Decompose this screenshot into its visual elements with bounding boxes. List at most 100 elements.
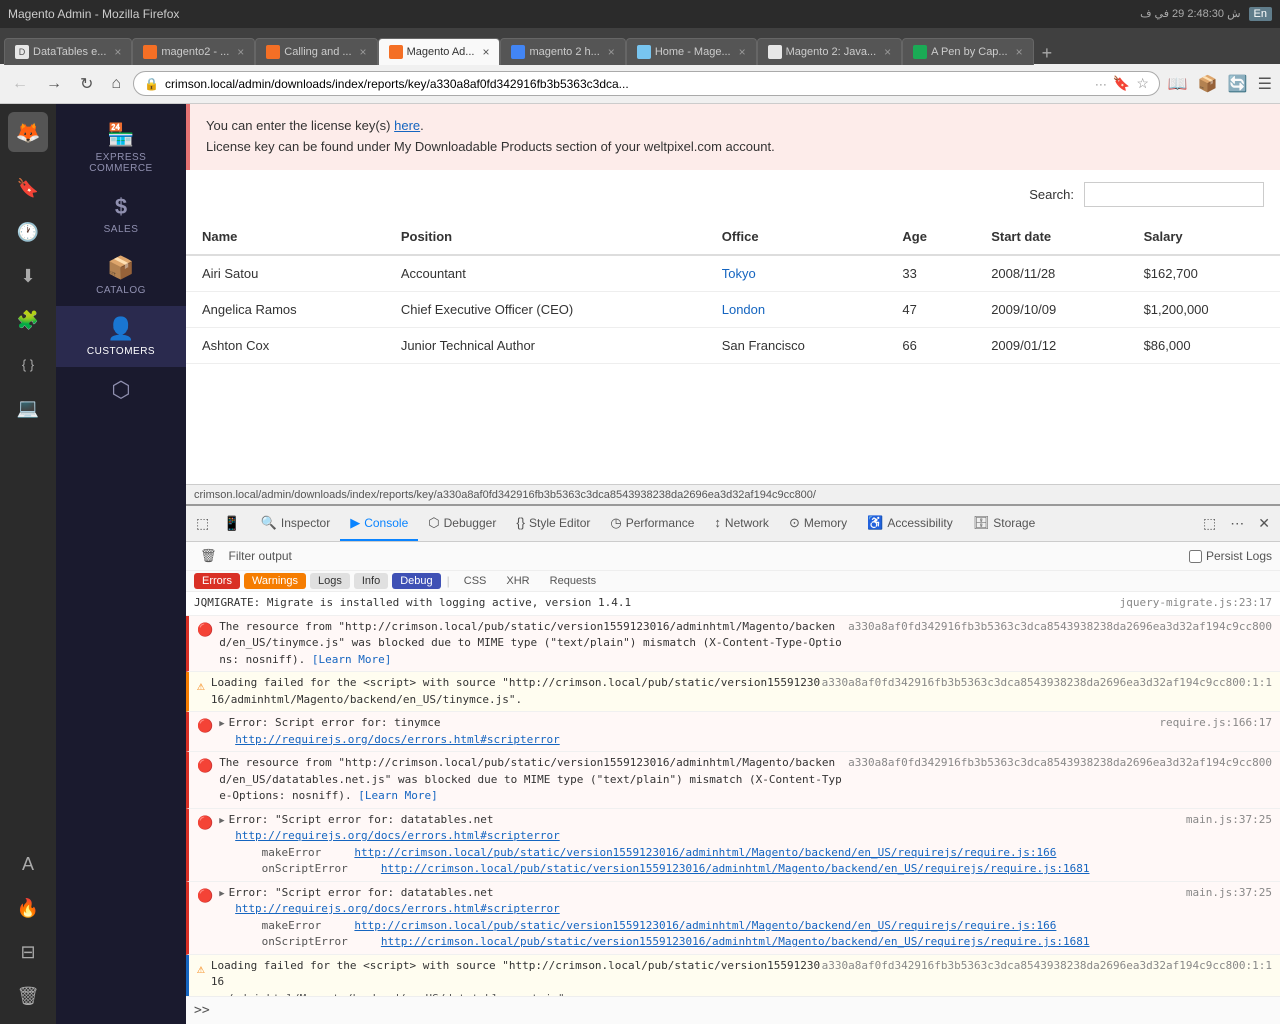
devtools-close-button[interactable]: ✕ — [1252, 511, 1276, 536]
office-link[interactable]: London — [722, 302, 765, 317]
tab-google[interactable]: magento 2 h... × — [500, 38, 625, 65]
clear-console-button[interactable]: 🗑 — [194, 546, 223, 566]
level-requests[interactable]: Requests — [542, 573, 604, 589]
tab-close[interactable]: × — [608, 45, 615, 59]
msg-location[interactable]: main.js:37:25 — [1186, 885, 1272, 902]
devtools-dock-button[interactable]: ⬚ — [1197, 511, 1222, 536]
tab-datatables[interactable]: D DataTables e... × — [4, 38, 132, 65]
tab-magento-admin[interactable]: Magento Ad... × — [378, 38, 501, 65]
make-error-link[interactable]: http://crimson.local/pub/static/version1… — [354, 919, 1056, 932]
ff-icon-amazon[interactable]: A — [8, 844, 48, 884]
devtools-more-button[interactable]: ⋯ — [1224, 511, 1250, 536]
learn-more-link[interactable]: [Learn More] — [358, 789, 437, 802]
tab-home[interactable]: Home - Mage... × — [626, 38, 757, 65]
persist-logs-checkbox[interactable] — [1189, 550, 1202, 563]
tab-close[interactable]: × — [884, 45, 891, 59]
msg-location[interactable]: jquery-migrate.js:23:17 — [1120, 595, 1272, 612]
col-startdate[interactable]: Start date — [975, 219, 1127, 255]
ff-icon-trash[interactable]: 🗑 — [8, 976, 48, 1016]
tab-close[interactable]: × — [739, 45, 746, 59]
devtools-picker-button[interactable]: ⬚ — [190, 511, 215, 536]
devtools-tab-inspector[interactable]: 🔍 Inspector — [251, 507, 341, 541]
msg-location[interactable]: require.js:166:17 — [1159, 715, 1272, 732]
ff-icon-terminal[interactable]: 💻 — [8, 388, 48, 428]
level-logs-button[interactable]: Logs — [310, 573, 350, 589]
level-xhr[interactable]: XHR — [498, 573, 537, 589]
msg-location[interactable]: a330a8af0fd342916fb3b5363c3dca8543938238… — [848, 755, 1272, 772]
ff-icon-terminal2[interactable]: ⊟ — [8, 932, 48, 972]
col-office[interactable]: Office — [706, 219, 887, 255]
devtools-tab-style-editor[interactable]: {} Style Editor — [506, 507, 600, 540]
devtools-tab-storage[interactable]: 🗄 Storage — [963, 507, 1046, 541]
sidebar-item-catalog[interactable]: 📦 CATALOG — [56, 245, 186, 306]
tab-close[interactable]: × — [114, 45, 121, 59]
level-warnings-button[interactable]: Warnings — [244, 573, 306, 589]
containers-button[interactable]: 📦 — [1196, 72, 1220, 96]
tab-calling[interactable]: Calling and ... × — [255, 38, 377, 65]
tab-close[interactable]: × — [360, 45, 367, 59]
ff-icon-downloads[interactable]: ⬇ — [8, 256, 48, 296]
notice-banner: You can enter the license key(s) here. L… — [186, 104, 1280, 170]
col-name[interactable]: Name — [186, 219, 385, 255]
new-tab-button[interactable]: + — [1034, 43, 1061, 64]
cell-position: Accountant — [385, 255, 706, 292]
msg-text[interactable]: Error: "Script error for: datatables.net — [219, 812, 1186, 829]
sidebar-item-express[interactable]: 🏪 EXPRESSCOMMERCE — [56, 112, 186, 184]
ff-icon-bookmark[interactable]: 🔖 — [8, 168, 48, 208]
onscript-error-link[interactable]: http://crimson.local/pub/static/version1… — [381, 862, 1090, 875]
tab-magento2-java[interactable]: Magento 2: Java... × — [757, 38, 903, 65]
devtools-tab-console[interactable]: ▶ Console — [340, 507, 418, 541]
office-link[interactable]: Tokyo — [722, 266, 756, 281]
ff-icon-addons[interactable]: 🧩 — [8, 300, 48, 340]
back-button[interactable]: ← — [6, 71, 34, 97]
menu-button[interactable]: ☰ — [1256, 72, 1274, 96]
reload-button[interactable]: ↻ — [74, 70, 99, 98]
msg-location[interactable]: a330a8af0fd342916fb3b5363c3dca8543938238… — [822, 958, 1272, 975]
devtools-tab-debugger[interactable]: ⬡ Debugger — [418, 507, 506, 541]
tab-close[interactable]: × — [482, 45, 489, 59]
devtools-tab-performance[interactable]: ◷ Performance — [600, 507, 704, 541]
msg-location[interactable]: main.js:37:25 — [1186, 812, 1272, 829]
devtools-responsive-button[interactable]: 📱 — [217, 511, 246, 536]
devtools-tab-memory[interactable]: ⊙ Memory — [779, 507, 857, 541]
msg-text[interactable]: Error: "Script error for: datatables.net — [219, 885, 1186, 902]
ff-icon-history[interactable]: 🕐 — [8, 212, 48, 252]
tab-close[interactable]: × — [1016, 45, 1023, 59]
ff-icon-fire[interactable]: 🔥 — [8, 888, 48, 928]
requirejs-link[interactable]: http://requirejs.org/docs/errors.html#sc… — [235, 733, 560, 746]
requirejs-link[interactable]: http://requirejs.org/docs/errors.html#sc… — [235, 902, 560, 915]
msg-location[interactable]: a330a8af0fd342916fb3b5363c3dca8543938238… — [822, 675, 1272, 692]
msg-location[interactable]: a330a8af0fd342916fb3b5363c3dca8543938238… — [848, 619, 1272, 636]
notice-link[interactable]: here — [394, 118, 420, 133]
search-input[interactable] — [1084, 182, 1264, 207]
bookmark-icon[interactable]: 🔖 — [1113, 75, 1130, 92]
reader-mode-button[interactable]: 📖 — [1166, 72, 1190, 96]
star-icon[interactable]: ☆ — [1136, 75, 1149, 92]
level-debug-button[interactable]: Debug — [392, 573, 440, 589]
sync-button[interactable]: 🔄 — [1226, 72, 1250, 96]
col-age[interactable]: Age — [886, 219, 975, 255]
address-bar[interactable] — [165, 77, 1089, 91]
requirejs-link[interactable]: http://requirejs.org/docs/errors.html#sc… — [235, 829, 560, 842]
home-button[interactable]: ⌂ — [105, 71, 127, 97]
msg-text[interactable]: Error: Script error for: tinymce — [219, 715, 1159, 732]
make-error-link[interactable]: http://crimson.local/pub/static/version1… — [354, 846, 1056, 859]
tab-close[interactable]: × — [237, 45, 244, 59]
tab-pen[interactable]: A Pen by Cap... × — [902, 38, 1033, 65]
tab-magento2[interactable]: magento2 - ... × — [132, 38, 255, 65]
sidebar-item-sales[interactable]: $ SALES — [56, 184, 186, 245]
devtools-tab-accessibility[interactable]: ♿ Accessibility — [857, 507, 963, 541]
sidebar-item-customers[interactable]: 👤 CUSTOMERS — [56, 306, 186, 367]
ff-icon-devtools-sidebar[interactable]: { } — [8, 344, 48, 384]
sidebar-item-more[interactable]: ⬡ — [56, 367, 186, 417]
col-salary[interactable]: Salary — [1128, 219, 1280, 255]
ff-icon-profile[interactable]: 🦊 — [8, 112, 48, 152]
level-css[interactable]: CSS — [456, 573, 495, 589]
learn-more-link[interactable]: [Learn More] — [312, 653, 391, 666]
level-info-button[interactable]: Info — [354, 573, 388, 589]
col-position[interactable]: Position — [385, 219, 706, 255]
level-errors-button[interactable]: Errors — [194, 573, 240, 589]
forward-button[interactable]: → — [40, 71, 68, 97]
onscript-error-link[interactable]: http://crimson.local/pub/static/version1… — [381, 935, 1090, 948]
devtools-tab-network[interactable]: ↕ Network — [704, 507, 779, 540]
